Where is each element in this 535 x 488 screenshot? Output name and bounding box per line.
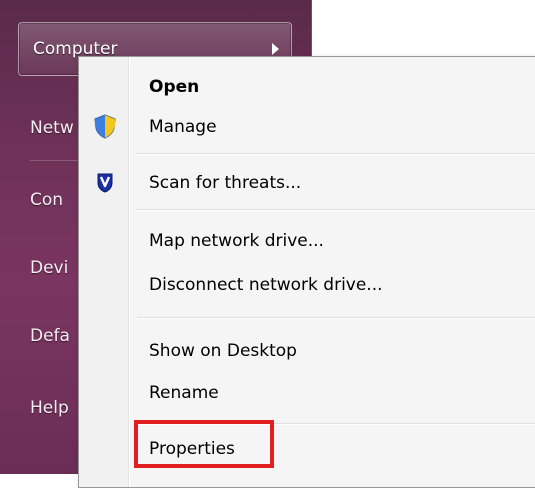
menu-item-show-on-desktop[interactable]: Show on Desktop [81,333,535,369]
menu-item-label: Disconnect network drive... [149,275,383,295]
menu-separator [137,317,535,319]
menu-item-map-network-drive[interactable]: Map network drive... [81,223,535,259]
submenu-arrow-icon [272,43,279,55]
antivirus-shield-icon [91,168,119,196]
menu-item-label: Show on Desktop [149,341,297,361]
start-item-devices[interactable]: Devi [30,258,68,278]
start-item-help[interactable]: Help [30,398,69,418]
menu-item-label: Manage [149,117,217,137]
menu-item-label: Scan for threats... [149,173,302,193]
start-item-control-panel[interactable]: Con [30,190,63,210]
menu-item-label: Rename [149,383,219,403]
start-item-default-programs[interactable]: Defa [30,326,70,346]
menu-item-open[interactable]: Open [81,69,535,105]
menu-separator [137,153,535,155]
uac-shield-icon [91,112,119,140]
menu-item-label: Map network drive... [149,231,324,251]
menu-item-label: Open [149,77,200,97]
menu-item-disconnect-network-drive[interactable]: Disconnect network drive... [81,267,535,303]
properties-highlight-box [134,420,274,468]
start-item-network[interactable]: Netw [30,118,74,138]
menu-item-rename[interactable]: Rename [81,375,535,411]
menu-separator [137,209,535,211]
menu-item-manage[interactable]: Manage [81,109,535,145]
menu-item-scan-for-threats[interactable]: Scan for threats... [81,165,535,201]
